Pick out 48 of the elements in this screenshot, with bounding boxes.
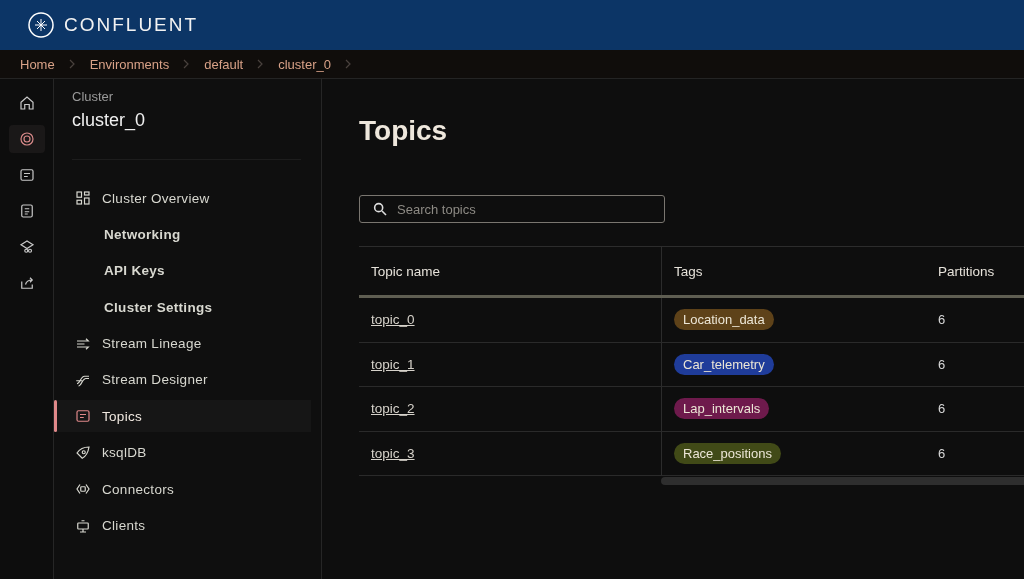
cube-icon: [17, 238, 36, 256]
partition-count: 6: [938, 312, 946, 328]
partition-count: 6: [938, 401, 946, 417]
nav-item[interactable]: Clients: [54, 509, 311, 542]
partition-count: 6: [938, 445, 946, 461]
search-icon: [372, 201, 388, 217]
chevron-icon: [68, 59, 76, 69]
partition-count: 6: [938, 356, 946, 372]
topic-link[interactable]: topic_1: [371, 356, 415, 372]
nav-item[interactable]: Cluster Overview: [54, 182, 311, 214]
logo-icon: [28, 12, 54, 38]
nav-item[interactable]: Stream Designer: [54, 363, 311, 396]
rocket-icon: [74, 443, 92, 462]
breadcrumb-link[interactable]: Home: [20, 56, 55, 72]
breadcrumb-link[interactable]: cluster_0: [278, 56, 331, 72]
nav-item[interactable]: API Keys: [54, 254, 311, 287]
nav-item[interactable]: Connectors: [54, 473, 311, 506]
column-header: Partitions: [938, 263, 995, 279]
tag-badge: Location_data: [674, 309, 774, 331]
tag-badge: Car_telemetry: [674, 353, 774, 375]
search-field[interactable]: Search topics: [359, 195, 665, 223]
topic-link[interactable]: topic_0: [371, 312, 415, 328]
list-icon: [17, 166, 36, 184]
column-header: Tags: [674, 263, 703, 279]
cluster-caption: Cluster: [72, 89, 115, 104]
tag-badge: Lap_intervals: [674, 398, 770, 420]
nav-item[interactable]: ksqlDB: [54, 436, 311, 469]
column-header: Topic name: [371, 263, 441, 279]
chevron-icon: [257, 59, 265, 69]
home-icon: [17, 94, 36, 112]
page-title: Topics: [359, 115, 449, 147]
grid-icon: [74, 189, 92, 207]
nav-item[interactable]: Stream Lineage: [54, 327, 311, 360]
chevron-icon: [344, 59, 352, 69]
scrollbar[interactable]: [661, 477, 1024, 485]
breadcrumb-link[interactable]: default: [204, 56, 244, 72]
topic-link[interactable]: topic_3: [371, 445, 415, 461]
chevron-icon: [183, 59, 191, 69]
brand-name: CONFLUENT: [64, 14, 199, 36]
target-icon: [17, 130, 36, 148]
nav-item[interactable]: Cluster Settings: [54, 291, 311, 324]
nav-item[interactable]: Topics: [54, 400, 311, 433]
tag-badge: Race_positions: [674, 442, 781, 464]
topic-link[interactable]: topic_2: [371, 401, 415, 417]
rail-button[interactable]: [8, 125, 45, 153]
breadcrumb-link[interactable]: Environments: [89, 56, 170, 72]
nav-item[interactable]: Networking: [54, 218, 311, 251]
cluster-title: cluster_0: [72, 110, 147, 131]
